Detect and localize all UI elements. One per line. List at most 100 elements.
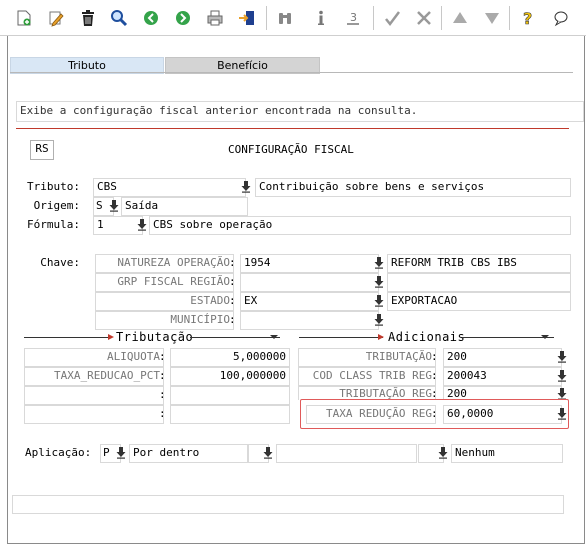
colon: : — [159, 369, 166, 382]
page-title: CONFIGURAÇÃO FISCAL — [228, 143, 354, 156]
dropdown-arrow-icon[interactable] — [109, 199, 119, 212]
uf-box: RS — [30, 140, 54, 160]
dropdown-arrow-icon[interactable] — [263, 446, 273, 459]
tributo-label: Tributo: — [27, 180, 80, 193]
chave-key-name: ESTADO — [95, 292, 234, 311]
search-icon[interactable] — [108, 7, 130, 29]
aplicacao-desc-3: Nenhum — [451, 444, 563, 463]
colon: : — [229, 275, 236, 288]
colon: : — [229, 294, 236, 307]
tributo-code-field[interactable]: CBS — [93, 178, 246, 197]
tab-label: Benefício — [217, 59, 268, 72]
tributacao-name — [24, 386, 164, 405]
tributacao-value[interactable]: 100,000000 — [170, 367, 290, 386]
section-collapse-icon[interactable] — [541, 335, 549, 339]
binoculars-icon[interactable] — [274, 7, 296, 29]
toolbar-separator — [509, 6, 510, 30]
up-icon[interactable] — [449, 7, 471, 29]
dropdown-arrow-icon[interactable] — [438, 446, 448, 459]
tab-divider — [10, 72, 573, 73]
chave-key-name: GRP FISCAL REGIÃO — [95, 273, 234, 292]
dropdown-arrow-icon[interactable] — [241, 180, 251, 193]
tributacao-value[interactable] — [170, 405, 290, 424]
tributacao-title: Tributação — [116, 330, 194, 344]
print-icon[interactable] — [204, 7, 226, 29]
message-field: Exibe a configuração fiscal anterior enc… — [16, 101, 584, 122]
chave-key-value[interactable] — [240, 273, 379, 292]
help-icon[interactable]: ? — [518, 7, 540, 29]
dropdown-arrow-icon[interactable] — [374, 313, 384, 326]
dropdown-arrow-icon[interactable] — [557, 369, 567, 382]
adicionais-value[interactable]: 200 — [443, 348, 562, 367]
origem-desc-field: Saída — [121, 197, 248, 216]
adicionais-title: Adicionais — [388, 330, 466, 344]
dropdown-arrow-icon[interactable] — [137, 218, 147, 231]
colon: : — [159, 350, 166, 363]
chave-key-desc: REFORM TRIB CBS IBS — [387, 254, 571, 273]
chave-label: Chave: — [40, 256, 80, 269]
chave-key-value[interactable] — [240, 311, 379, 330]
chave-key-value[interactable]: EX — [240, 292, 379, 311]
colon: : — [431, 369, 438, 382]
back-icon[interactable] — [140, 7, 162, 29]
tributacao-value[interactable] — [170, 386, 290, 405]
section-rule — [299, 337, 383, 338]
export-icon[interactable] — [236, 7, 258, 29]
highlight-box — [300, 399, 569, 429]
chat-icon[interactable] — [550, 7, 572, 29]
dropdown-arrow-icon[interactable] — [374, 294, 384, 307]
section-collapse-icon[interactable] — [270, 335, 278, 339]
tools-icon[interactable] — [413, 7, 435, 29]
status-bar — [12, 495, 564, 514]
edit-icon[interactable] — [45, 7, 67, 29]
adicionais-value[interactable]: 200 — [443, 386, 562, 400]
aplicacao-desc-2 — [276, 444, 417, 463]
chave-key-name: MUNICÍPIO — [95, 311, 234, 330]
tributacao-value[interactable]: 5,000000 — [170, 348, 290, 367]
toolbar-separator — [373, 6, 374, 30]
colon: : — [229, 256, 236, 269]
dropdown-arrow-icon[interactable] — [374, 275, 384, 288]
toolbar-separator — [266, 6, 267, 30]
tributacao-name: TAXA_REDUCAO_PCT — [24, 367, 164, 386]
chave-key-value[interactable]: 1954 — [240, 254, 379, 273]
chave-key-desc: EXPORTACAO — [387, 292, 571, 311]
chave-key-name: NATUREZA OPERAÇÃO — [95, 254, 234, 273]
dropdown-arrow-icon[interactable] — [557, 350, 567, 363]
adicionais-value[interactable]: 200043 — [443, 367, 562, 386]
tributacao-name — [24, 405, 164, 424]
check-icon[interactable] — [381, 7, 403, 29]
svg-text:3: 3 — [350, 11, 357, 24]
adicionais-name: COD CLASS TRIB REG — [298, 367, 436, 386]
info-icon[interactable] — [310, 7, 332, 29]
section-rule — [190, 337, 280, 338]
colon: : — [229, 313, 236, 326]
aplicacao-desc-1: Por dentro — [129, 444, 248, 463]
aplicacao-label: Aplicação: — [25, 446, 92, 459]
step-icon[interactable]: 3 — [342, 7, 364, 29]
colon: : — [431, 350, 438, 363]
formula-label: Fórmula: — [27, 218, 80, 231]
dropdown-arrow-icon[interactable] — [116, 446, 126, 459]
toolbar-separator — [441, 6, 442, 30]
origem-label: Origem: — [33, 199, 80, 212]
section-marker — [378, 334, 384, 340]
section-marker — [108, 334, 114, 340]
section-rule — [24, 337, 112, 338]
dropdown-arrow-icon[interactable] — [374, 256, 384, 269]
delete-icon[interactable] — [77, 7, 99, 29]
accent-line — [16, 128, 569, 129]
adicionais-name: TRIBUTAÇÃO REG — [298, 386, 436, 400]
formula-code-field[interactable]: 1 — [93, 216, 143, 235]
adicionais-name: TRIBUTAÇÃO — [298, 348, 436, 367]
chave-key-desc — [387, 273, 571, 292]
forward-icon[interactable] — [172, 7, 194, 29]
tributo-desc-field: Contribuição sobre bens e serviços — [255, 178, 571, 197]
new-document-icon[interactable] — [13, 7, 35, 29]
colon: : — [159, 388, 166, 401]
tab-label: Tributo — [68, 59, 106, 72]
formula-desc-field: CBS sobre operação — [149, 216, 571, 235]
toolbar: 3 ? — [0, 0, 586, 36]
down-icon[interactable] — [481, 7, 503, 29]
colon: : — [159, 407, 166, 420]
